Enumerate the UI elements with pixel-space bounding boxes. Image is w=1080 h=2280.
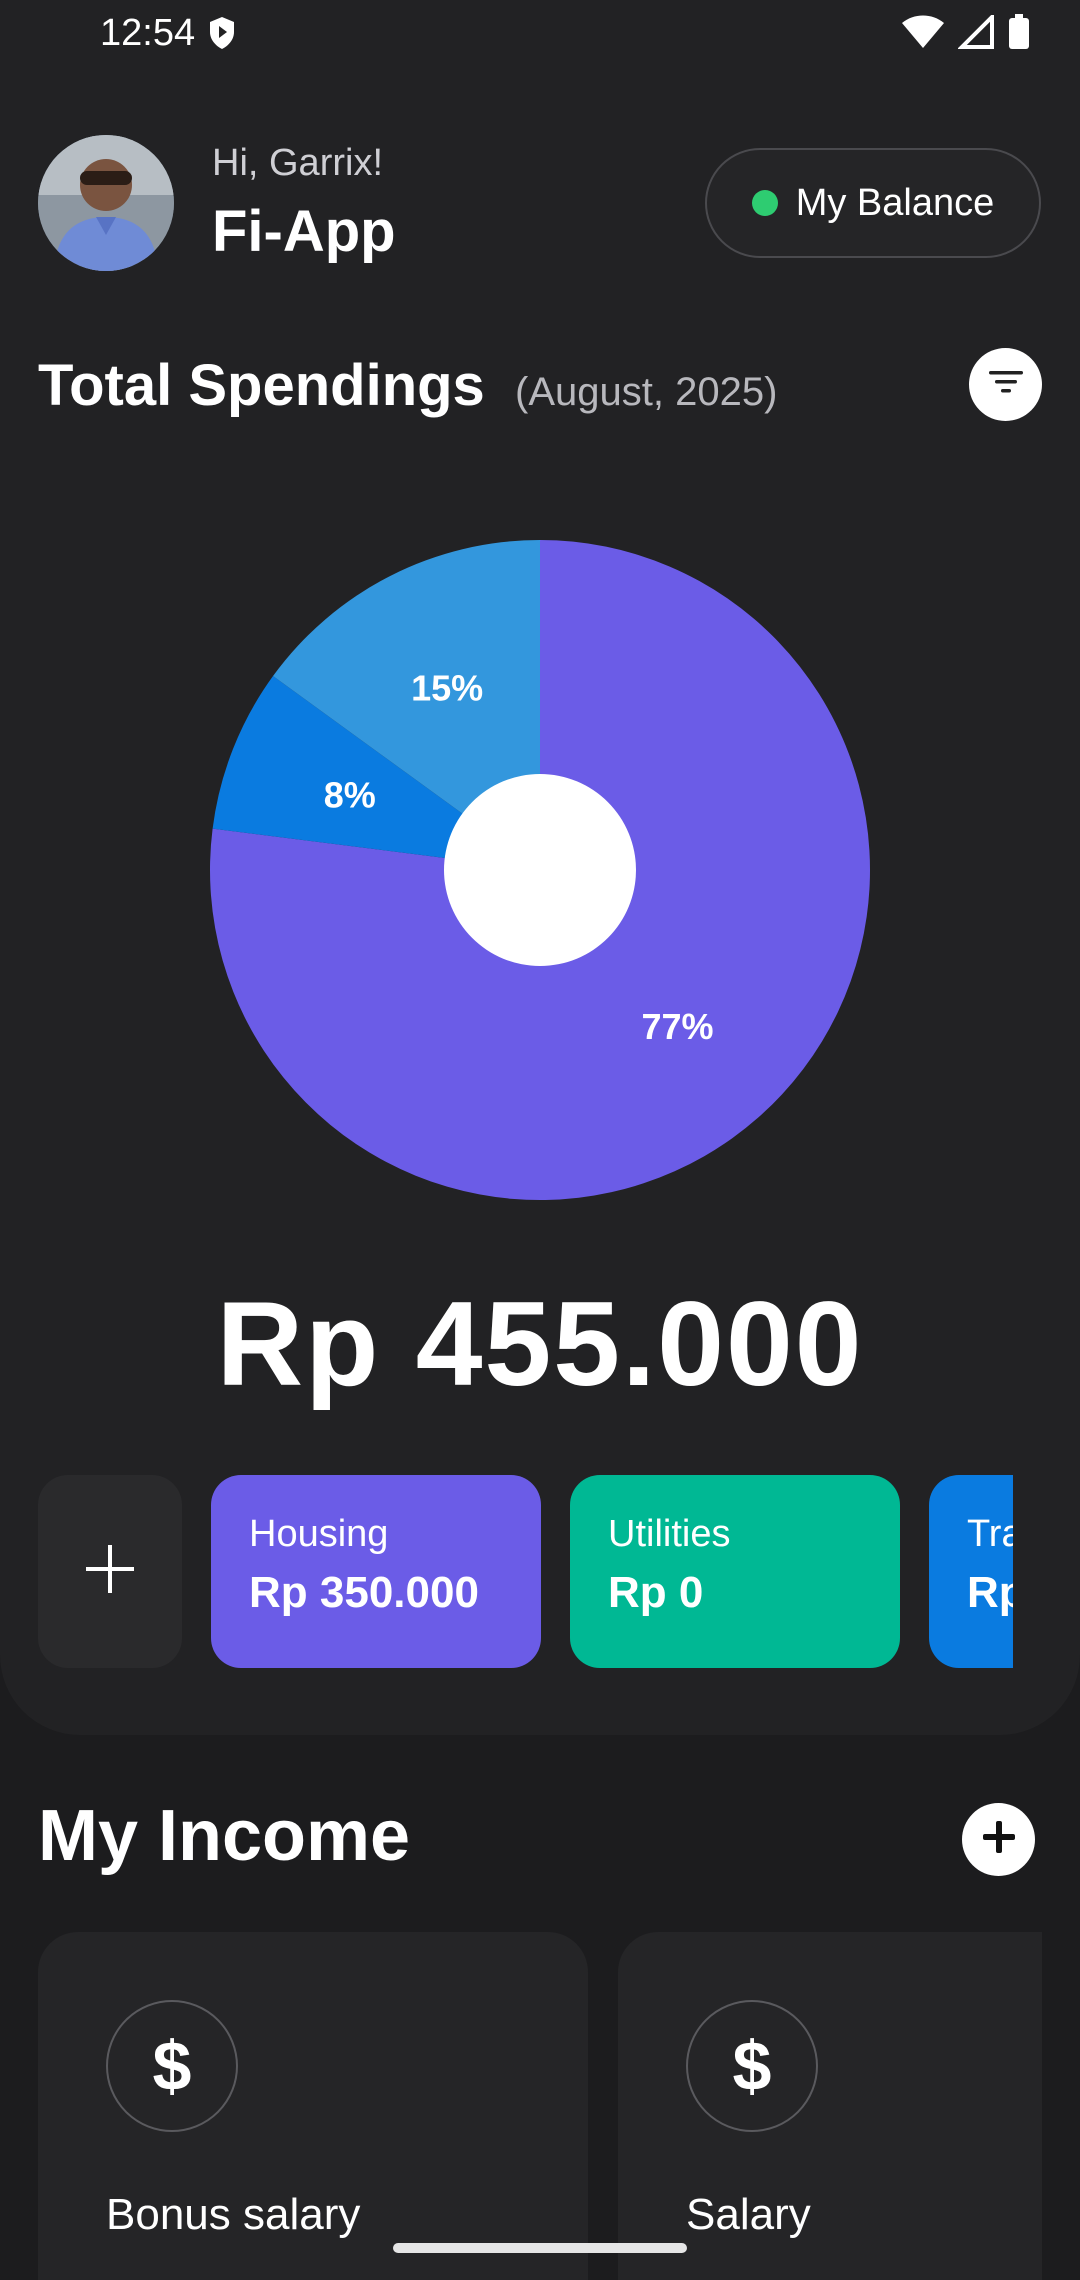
slice-label: 77% bbox=[641, 1006, 713, 1047]
app-name: Fi-App bbox=[212, 199, 396, 264]
income-card-salary[interactable]: $ Salary bbox=[618, 1932, 1042, 2280]
spending-donut-chart[interactable]: 77% 8% 15% bbox=[200, 530, 880, 1210]
avatar[interactable] bbox=[38, 135, 174, 271]
category-amount: Rp bbox=[967, 1568, 1013, 1617]
filter-icon bbox=[987, 367, 1025, 402]
donut-hole bbox=[444, 774, 636, 966]
my-balance-button[interactable]: My Balance bbox=[705, 148, 1041, 258]
income-name: Bonus salary bbox=[106, 2190, 361, 2239]
category-name: Utilities bbox=[608, 1513, 731, 1555]
category-list: Housing Rp 350.000 Utilities Rp 0 Tra Rp bbox=[38, 1475, 1013, 1668]
category-card-housing[interactable]: Housing Rp 350.000 bbox=[211, 1475, 541, 1668]
shield-icon bbox=[208, 16, 236, 55]
add-income-button[interactable] bbox=[962, 1803, 1035, 1876]
category-amount: Rp 350.000 bbox=[249, 1568, 479, 1617]
add-category-button[interactable] bbox=[38, 1475, 182, 1668]
greeting: Hi, Garrix! bbox=[212, 142, 383, 184]
plus-icon bbox=[979, 1817, 1019, 1862]
status-time: 12:54 bbox=[100, 12, 196, 54]
wifi-icon bbox=[902, 15, 944, 54]
income-name: Salary bbox=[686, 2190, 811, 2239]
status-dot-icon bbox=[751, 190, 778, 216]
income-list: $ Bonus salary $ Salary bbox=[38, 1932, 1042, 2280]
my-balance-label: My Balance bbox=[795, 181, 995, 224]
status-icons bbox=[902, 12, 1030, 55]
slice-label: 15% bbox=[411, 668, 483, 709]
category-card-utilities[interactable]: Utilities Rp 0 bbox=[570, 1475, 900, 1668]
slice-label: 8% bbox=[324, 775, 376, 816]
cell-signal-icon bbox=[957, 12, 994, 54]
battery-icon bbox=[1008, 14, 1030, 55]
category-card-transport[interactable]: Tra Rp bbox=[929, 1475, 1013, 1668]
plus-icon bbox=[82, 1541, 138, 1602]
category-name: Housing bbox=[249, 1513, 389, 1555]
income-card-bonus-salary[interactable]: $ Bonus salary bbox=[38, 1932, 588, 2280]
income-title: My Income bbox=[38, 1796, 411, 1876]
home-indicator[interactable] bbox=[393, 2243, 687, 2253]
dollar-icon: $ bbox=[106, 2000, 238, 2132]
spendings-period: (August, 2025) bbox=[515, 370, 778, 414]
filter-button[interactable] bbox=[969, 348, 1042, 421]
dollar-icon: $ bbox=[686, 2000, 818, 2132]
category-amount: Rp 0 bbox=[608, 1568, 704, 1617]
category-name: Tra bbox=[967, 1513, 1013, 1555]
spendings-title: Total Spendings bbox=[38, 353, 485, 418]
total-spendings-amount: Rp 455.000 bbox=[216, 1277, 864, 1411]
